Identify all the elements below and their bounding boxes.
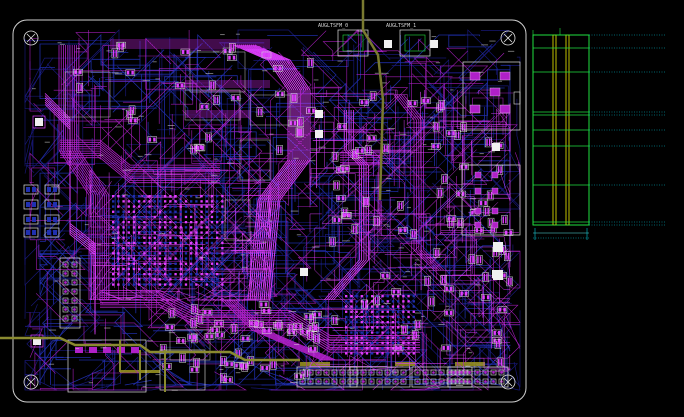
white-pad[interactable] [300, 268, 308, 276]
white-pad[interactable] [430, 40, 438, 48]
white-pad[interactable] [315, 110, 323, 118]
white-pad[interactable] [492, 270, 500, 278]
pcb-layout-canvas[interactable] [0, 0, 684, 417]
white-pad[interactable] [315, 130, 323, 138]
white-pad[interactable] [492, 143, 500, 151]
white-pad[interactable] [384, 40, 392, 48]
